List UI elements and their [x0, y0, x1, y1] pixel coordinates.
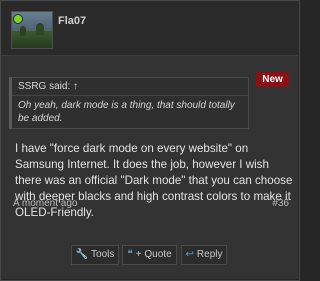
quote-author: SSRG said:	[18, 81, 71, 92]
reply-label: Reply	[196, 249, 223, 260]
quote-text: Oh yeah, dark mode is a thing, that shou…	[18, 100, 235, 124]
username-link[interactable]: Fla07	[58, 15, 86, 27]
user-header: Fla07	[1, 1, 298, 56]
reply-arrow-icon: ↩	[185, 249, 194, 260]
quote-divider	[12, 95, 248, 96]
post-number[interactable]: #36	[272, 198, 289, 209]
quote-jump-arrow-icon[interactable]: ↑	[73, 81, 78, 92]
tools-button[interactable]: 🔧 Tools	[71, 245, 119, 265]
wrench-icon: 🔧	[75, 249, 89, 260]
post-actions: 🔧 Tools ❝ + Quote ↩ Reply	[1, 239, 298, 267]
post-timestamp[interactable]: A moment ago	[13, 198, 77, 209]
quote-block: SSRG said: ↑ Oh yeah, dark mode is a thi…	[9, 77, 249, 129]
new-badge: New	[256, 72, 289, 87]
quote-button[interactable]: ❝ + Quote	[122, 245, 177, 265]
quote-icon: ❝	[127, 249, 133, 260]
online-status-icon	[13, 14, 23, 24]
quote-header: SSRG said: ↑	[18, 81, 78, 92]
reply-button[interactable]: ↩ Reply	[181, 245, 227, 265]
quote-label: + Quote	[135, 249, 172, 260]
tools-label: Tools	[91, 249, 115, 260]
post-message: I have "force dark mode on every website…	[15, 142, 293, 219]
